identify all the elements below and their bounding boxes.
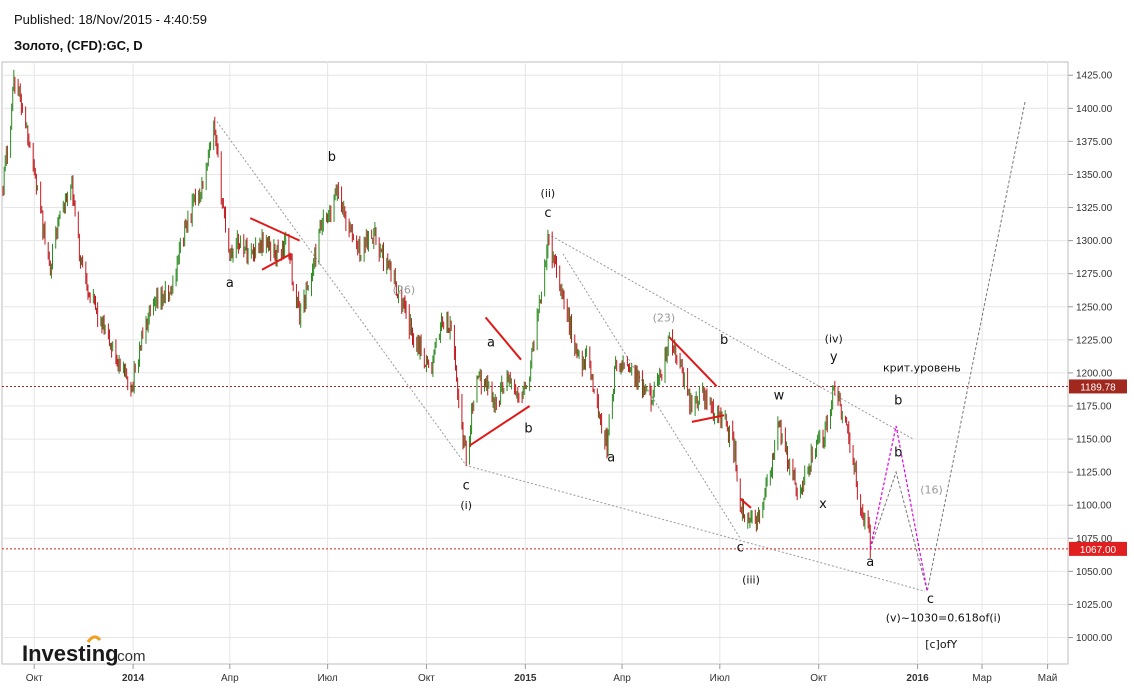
projection-grey <box>869 101 1026 592</box>
wave-label: (v)~1030=0.618of(i) <box>886 612 1001 625</box>
wave-label: x <box>819 497 827 512</box>
guide-line <box>547 233 914 440</box>
wave-label: c <box>463 478 470 493</box>
wedge-line <box>691 414 725 423</box>
axes: 1000.00 1025.00 1050.00 1075.00 1100.00 1125.… <box>26 71 1113 684</box>
wave-label: c <box>927 592 934 607</box>
wave-label: b <box>894 394 902 409</box>
wave-label: b <box>720 333 728 348</box>
logo-suffix: .com <box>113 648 146 665</box>
wave-label: (16) <box>920 483 943 496</box>
wave-label: a <box>607 451 615 466</box>
y-tick-label: 1275.00 <box>1076 269 1113 280</box>
wave-label: (i) <box>460 499 472 512</box>
y-tick-label: 1125.00 <box>1076 468 1112 479</box>
y-tick-label: 1425.00 <box>1076 71 1113 82</box>
x-tick-label: Апр <box>221 673 239 684</box>
y-tick-label: 1025.00 <box>1076 600 1113 611</box>
wave-label: b <box>328 150 336 165</box>
y-tick-label: 1200.00 <box>1076 368 1113 379</box>
wave-label: a <box>487 335 495 350</box>
x-tick-label: Окт <box>418 673 435 684</box>
y-tick-label: 1400.00 <box>1076 104 1113 115</box>
wave-label: (iii) <box>742 573 760 586</box>
y-tick-label: 1300.00 <box>1076 236 1113 247</box>
y-tick-label: 1250.00 <box>1076 302 1113 313</box>
y-tick-label: 1100.00 <box>1076 501 1112 512</box>
wave-label: y <box>830 350 838 365</box>
y-tick-label: 1225.00 <box>1076 335 1113 346</box>
wedge-line <box>468 405 531 447</box>
logo-brand: Investing <box>22 641 119 666</box>
wave-label: (ii) <box>541 187 556 200</box>
wave-label: (23) <box>653 311 676 324</box>
wedge-line <box>261 252 292 271</box>
guide-line <box>562 253 741 539</box>
x-tick-label: Окт <box>810 673 827 684</box>
x-tick-label: 2016 <box>906 673 929 684</box>
x-tick-label: Окт <box>26 673 43 684</box>
x-tick-label: 2015 <box>514 673 537 684</box>
x-tick-label: 2014 <box>122 673 145 684</box>
y-tick-label: 1175.00 <box>1076 402 1112 413</box>
x-tick-label: Июл <box>710 673 730 684</box>
wave-label: (iv) <box>825 332 843 345</box>
x-tick-label: Май <box>1038 673 1058 684</box>
wave-label: c <box>544 206 551 221</box>
wave-label: крит.уровень <box>883 362 961 375</box>
y-tick-label: 1000.00 <box>1076 633 1113 644</box>
wave-label: w <box>774 388 785 403</box>
y-tick-label: 1325.00 <box>1076 203 1113 214</box>
wave-label: b <box>524 421 532 436</box>
wedge-line <box>739 497 752 509</box>
y-tick-label: 1350.00 <box>1076 170 1113 181</box>
wave-label: [c]ofY <box>925 638 957 651</box>
x-tick-label: Мар <box>972 673 992 684</box>
y-tick-label: 1050.00 <box>1076 567 1113 578</box>
wedge-line <box>249 217 301 242</box>
y-tick-label: 1375.00 <box>1076 137 1113 148</box>
wave-label: a <box>866 555 874 570</box>
wave-label: c <box>737 541 744 556</box>
y-tick-label: 1075.00 <box>1076 534 1113 545</box>
wave-label: a <box>226 276 234 291</box>
y-tick-label: 1150.00 <box>1076 435 1112 446</box>
level-badge-label: 1189.78 <box>1080 382 1116 393</box>
x-tick-label: Июл <box>317 673 337 684</box>
investing-logo: Investing .com <box>22 635 146 666</box>
wave-label: (26) <box>393 284 416 297</box>
projection-paths <box>869 101 1026 592</box>
wave-label: b <box>894 445 902 460</box>
level-badge-label: 1067.00 <box>1080 545 1117 556</box>
x-tick-label: Апр <box>613 673 631 684</box>
price-chart[interactable]: 1189.78 1067.00 b a (26) (ii) c a b c (i) a (23) b w x… <box>0 0 1134 700</box>
chart-window: Published: 18/Nov/2015 - 4:40:59 Золото,… <box>0 0 1134 700</box>
